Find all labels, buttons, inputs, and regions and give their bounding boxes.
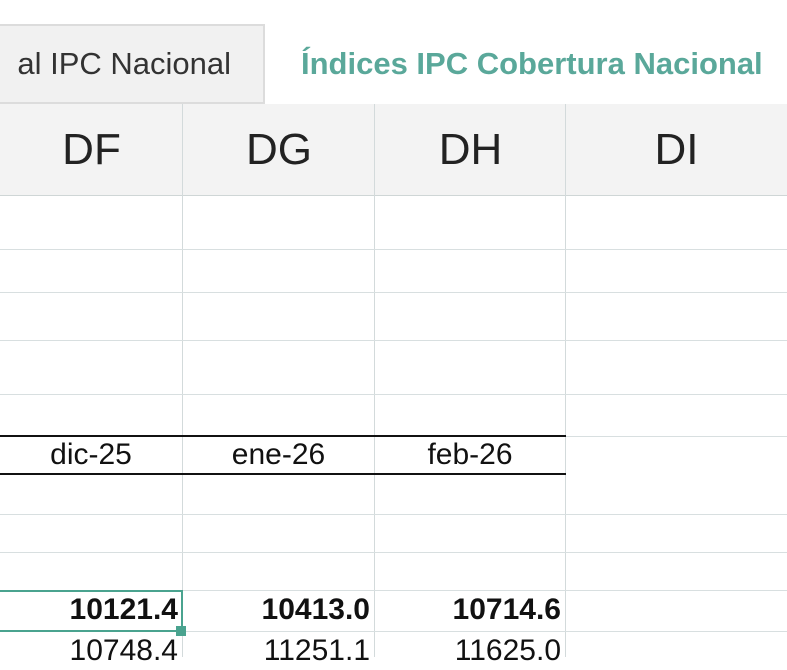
- column-header-label: DF: [62, 124, 121, 174]
- grid-row-line: [0, 292, 787, 293]
- sheet-tab-label: al IPC Nacional: [17, 46, 231, 81]
- fill-handle[interactable]: [176, 626, 186, 636]
- cell-dg-date[interactable]: ene-26: [183, 436, 374, 474]
- cell-text: 10714.6: [452, 593, 561, 626]
- cell-text: dic-25: [50, 438, 132, 471]
- active-cell-selection: [0, 590, 183, 632]
- cell-text: 10748.4: [69, 634, 178, 667]
- grid-row-line: [0, 514, 787, 515]
- grid-column-line: [182, 104, 183, 657]
- column-header-di[interactable]: DI: [566, 104, 787, 196]
- cell-text: 11251.1: [263, 634, 370, 667]
- cell-text: 10413.0: [261, 593, 370, 626]
- cell-text: 11625.0: [454, 634, 561, 667]
- column-header-label: DI: [654, 124, 699, 174]
- column-header-label: DH: [438, 124, 503, 174]
- sheet-tab-indices-ipc-cobertura-nacional[interactable]: Índices IPC Cobertura Nacional: [265, 24, 787, 104]
- grid-column-line: [374, 104, 375, 657]
- column-header-label: DG: [246, 124, 312, 174]
- grid-row-line: [0, 552, 787, 553]
- column-header-dh[interactable]: DH: [375, 104, 566, 196]
- cell-text: feb-26: [427, 438, 513, 471]
- cell-dg-value-1[interactable]: 10413.0: [183, 591, 374, 629]
- grid-row-line: [0, 249, 787, 250]
- grid-row-line: [0, 394, 787, 395]
- sheet-tab-ipc-nacional[interactable]: al IPC Nacional: [0, 24, 265, 104]
- cell-dg-value-2[interactable]: 11251.1: [183, 632, 374, 670]
- grid-row-line: [0, 340, 787, 341]
- cell-df-date[interactable]: dic-25: [0, 436, 182, 474]
- grid-column-line: [565, 104, 566, 657]
- cell-dh-value-1[interactable]: 10714.6: [375, 591, 565, 629]
- sheet-tabs-bar: al IPC Nacional Índices IPC Cobertura Na…: [0, 24, 787, 104]
- cell-text: ene-26: [231, 438, 326, 471]
- column-header-df[interactable]: DF: [0, 104, 183, 196]
- sheet-tab-label: Índices IPC Cobertura Nacional: [301, 46, 763, 81]
- cell-dh-value-2[interactable]: 11625.0: [375, 632, 565, 670]
- cell-dh-date[interactable]: feb-26: [375, 436, 565, 474]
- top-bar: [0, 0, 787, 24]
- column-header-dg[interactable]: DG: [183, 104, 375, 196]
- cell-df-value-2[interactable]: 10748.4: [0, 632, 182, 670]
